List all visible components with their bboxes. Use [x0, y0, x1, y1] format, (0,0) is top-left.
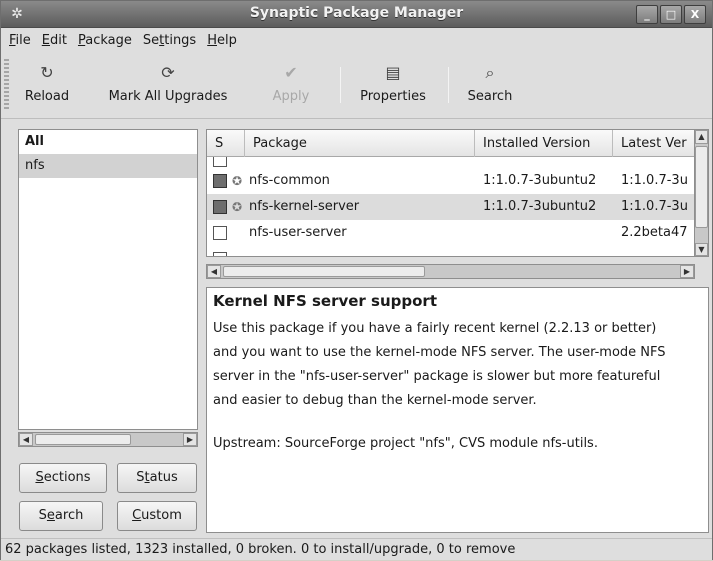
synaptic-window: ✲ Synaptic Package Manager _ □ X File Ed…	[0, 0, 713, 560]
menu-edit[interactable]: Edit	[37, 29, 73, 53]
mark-all-upgrades-button[interactable]: ⟳ Mark All Upgrades	[85, 59, 251, 113]
properties-button[interactable]: ▤ Properties	[351, 59, 435, 113]
table-row[interactable]: ✪ nfs-common 1:1.0.7-3ubuntu2 1:1.0.7-3u	[207, 168, 694, 194]
column-latest-version[interactable]: Latest Ver	[613, 130, 694, 157]
description-line: and you want to use the kernel-mode NFS …	[213, 345, 666, 360]
menu-file[interactable]: File	[4, 29, 37, 53]
description-line: and easier to debug than the kernel-mode…	[213, 393, 537, 408]
status-button[interactable]: Status	[117, 463, 197, 493]
latest-version: 2.2beta47	[621, 225, 688, 240]
filter-list: All nfs	[18, 129, 198, 430]
scroll-left-icon[interactable]: ◀	[19, 433, 33, 446]
search-button[interactable]: ⌕ Search	[459, 59, 521, 113]
table-row-partial[interactable]	[207, 246, 694, 256]
scroll-down-icon[interactable]: ▼	[695, 243, 708, 256]
menu-package[interactable]: Package	[73, 29, 138, 53]
window-title: Synaptic Package Manager	[249, 5, 464, 21]
status-checkbox[interactable]	[213, 157, 227, 167]
description-line: Upstream: SourceForge project "nfs", CVS…	[213, 436, 598, 451]
package-name: nfs-user-server	[249, 225, 347, 240]
mark-all-label: Mark All Upgrades	[108, 89, 228, 104]
toolbar-grip[interactable]	[4, 59, 9, 111]
apply-label: Apply	[272, 89, 310, 104]
filter-nfs[interactable]: nfs	[19, 154, 197, 178]
table-row[interactable]: nfs-user-server 2.2beta47	[207, 220, 694, 246]
search-filter-button[interactable]: Search	[19, 501, 103, 531]
scroll-up-icon[interactable]: ▲	[695, 130, 708, 144]
status-bar: 62 packages listed, 1323 installed, 0 br…	[1, 538, 712, 560]
filter-all[interactable]: All	[19, 130, 197, 154]
table-row[interactable]: ✪ nfs-kernel-server 1:1.0.7-3ubuntu2 1:1…	[207, 194, 694, 220]
description-title: Kernel NFS server support	[213, 292, 437, 310]
table-vertical-scrollbar[interactable]: ▲ ▼	[694, 129, 709, 257]
reload-icon: ↻	[40, 63, 54, 82]
installed-version: 1:1.0.7-3ubuntu2	[483, 199, 597, 214]
supported-icon: ✪	[232, 200, 243, 214]
apply-icon: ✔	[284, 63, 298, 82]
properties-icon: ▤	[385, 63, 401, 82]
status-checkbox[interactable]	[213, 252, 227, 256]
table-horizontal-scrollbar[interactable]: ◀ ▶	[206, 264, 695, 279]
table-row-partial[interactable]	[207, 157, 694, 167]
package-name: nfs-common	[249, 173, 330, 188]
properties-label: Properties	[360, 89, 426, 104]
description-line: Use this package if you have a fairly re…	[213, 321, 657, 336]
window-controls: _ □ X	[636, 5, 706, 24]
installed-checkbox[interactable]	[213, 174, 227, 188]
latest-version: 1:1.0.7-3u	[621, 199, 688, 214]
scrollbar-thumb[interactable]	[35, 434, 131, 445]
table-header: S Package Installed Version Latest Ver	[207, 130, 694, 157]
search-label: Search	[467, 89, 513, 104]
close-button[interactable]: X	[684, 5, 706, 24]
custom-button[interactable]: Custom	[117, 501, 197, 531]
scrollbar-thumb[interactable]	[695, 146, 708, 228]
menu-bar: File Edit Package Settings Help	[1, 29, 712, 53]
status-checkbox[interactable]	[213, 226, 227, 240]
apply-button[interactable]: ✔ Apply	[263, 59, 319, 113]
package-table: S Package Installed Version Latest Ver ✪…	[206, 129, 695, 257]
column-status[interactable]: S	[207, 130, 245, 157]
toolbar-separator	[448, 67, 449, 103]
column-package[interactable]: Package	[245, 130, 475, 157]
scrollbar-thumb[interactable]	[223, 266, 425, 277]
menu-help[interactable]: Help	[202, 29, 243, 53]
sections-button[interactable]: Sections	[19, 463, 107, 493]
description-line: server in the "nfs-user-server" package …	[213, 369, 661, 384]
search-icon: ⌕	[485, 63, 495, 82]
title-bar[interactable]: ✲ Synaptic Package Manager _ □ X	[1, 1, 712, 28]
installed-version: 1:1.0.7-3ubuntu2	[483, 173, 597, 188]
column-installed-version[interactable]: Installed Version	[475, 130, 613, 157]
menu-settings[interactable]: Settings	[138, 29, 202, 53]
toolbar-separator	[340, 67, 341, 103]
toolbar: ↻ Reload ⟳ Mark All Upgrades ✔ Apply ▤ P…	[1, 53, 712, 119]
package-description: Kernel NFS server support Use this packa…	[206, 287, 709, 533]
package-name: nfs-kernel-server	[249, 199, 360, 214]
reload-label: Reload	[24, 89, 70, 104]
installed-checkbox[interactable]	[213, 200, 227, 214]
mark-all-icon: ⟳	[161, 63, 175, 82]
scroll-left-icon[interactable]: ◀	[207, 265, 221, 278]
maximize-button[interactable]: □	[660, 5, 682, 24]
minimize-button[interactable]: _	[636, 5, 658, 24]
scroll-right-icon[interactable]: ▶	[183, 433, 197, 446]
supported-icon: ✪	[232, 174, 243, 188]
reload-button[interactable]: ↻ Reload	[15, 59, 79, 113]
scroll-right-icon[interactable]: ▶	[680, 265, 694, 278]
installed-version	[483, 220, 611, 246]
filter-list-scrollbar[interactable]: ◀ ▶	[18, 432, 198, 447]
latest-version: 1:1.0.7-3u	[621, 173, 688, 188]
